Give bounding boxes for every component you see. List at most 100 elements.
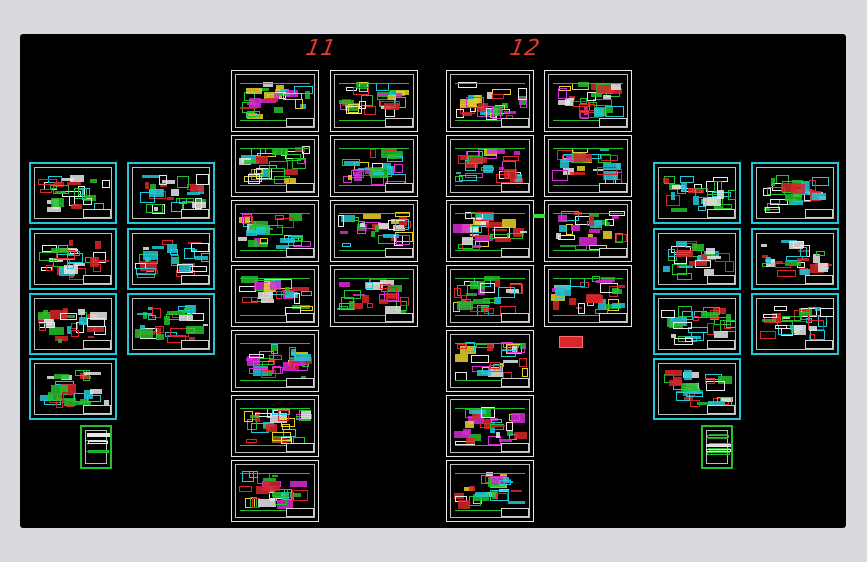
- axis-line: [240, 148, 310, 149]
- plan-fragment: [505, 421, 514, 431]
- drawing-sheet[interactable]: [446, 70, 534, 132]
- plan-fragment: [455, 353, 468, 362]
- drawing-sheet[interactable]: [653, 228, 741, 290]
- drawing-sheet[interactable]: [231, 70, 319, 132]
- drawing-sheet[interactable]: [751, 293, 839, 355]
- drawing-sheet[interactable]: [231, 200, 319, 262]
- plan-fragment: [560, 159, 569, 169]
- drawing-sheet[interactable]: [231, 395, 319, 457]
- plan-fragment: [254, 169, 264, 174]
- plan-fragment: [239, 106, 257, 110]
- plan-fragment: [301, 291, 313, 296]
- drawing-sheet[interactable]: [751, 228, 839, 290]
- title-block: [286, 118, 314, 127]
- plan-fragment: [71, 330, 80, 337]
- drawing-sheet[interactable]: [80, 425, 112, 469]
- drawing-sheet[interactable]: [446, 265, 534, 327]
- plan-fragment: [265, 224, 283, 235]
- plan-fragment: [502, 219, 516, 228]
- plan-fragment: [39, 323, 47, 332]
- drawing-sheet[interactable]: [653, 162, 741, 224]
- plan-fragment: [519, 358, 527, 367]
- plan-fragment: [247, 240, 258, 247]
- plan-fragment: [89, 178, 97, 183]
- plan-fragment: [513, 151, 521, 156]
- axis-line: [455, 83, 525, 84]
- plan-fragment: [766, 256, 771, 264]
- drawing-sheet[interactable]: [701, 425, 733, 469]
- axis-line: [240, 343, 310, 344]
- drawing-sheet[interactable]: [330, 70, 418, 132]
- plan-fragment: [668, 248, 676, 258]
- plan-fragment: [290, 480, 307, 488]
- plan-fragment: [605, 222, 610, 226]
- title-block: [501, 378, 529, 387]
- drawing-sheet[interactable]: [653, 293, 741, 355]
- plan-fragment: [87, 440, 107, 442]
- plan-fragment: [816, 251, 826, 257]
- title-block: [83, 340, 111, 349]
- plan-fragment: [395, 92, 402, 99]
- drawing-sheet[interactable]: [446, 395, 534, 457]
- plan-fragment: [775, 324, 788, 330]
- plan-fragment: [341, 242, 351, 248]
- drawing-sheet[interactable]: [231, 135, 319, 197]
- title-block: [501, 183, 529, 192]
- drawing-sheet[interactable]: [29, 358, 117, 420]
- plan-fragment: [347, 175, 352, 180]
- plan-fragment: [271, 408, 291, 416]
- plan-fragment: [681, 182, 688, 192]
- plan-fragment: [145, 269, 159, 274]
- title-block: [501, 508, 529, 517]
- drawing-sheet[interactable]: [330, 265, 418, 327]
- drawing-sheet[interactable]: [751, 162, 839, 224]
- plan-fragment: [261, 298, 274, 303]
- drawing-sheet[interactable]: [544, 200, 632, 262]
- drawing-sheet[interactable]: [127, 228, 215, 290]
- plan-fragment: [284, 169, 298, 176]
- drawing-sheet[interactable]: [653, 358, 741, 420]
- plan-fragment: [586, 294, 603, 304]
- plan-fragment: [343, 289, 361, 299]
- plan-fragment: [266, 423, 277, 432]
- title-block: [805, 209, 833, 218]
- title-block: [286, 378, 314, 387]
- drawing-sheet[interactable]: [127, 162, 215, 224]
- drawing-sheet[interactable]: [544, 70, 632, 132]
- title-block: [83, 405, 111, 414]
- drawing-sheet[interactable]: [446, 330, 534, 392]
- plan-fragment: [261, 369, 277, 379]
- plan-fragment: [679, 175, 695, 183]
- drawing-sheet[interactable]: [29, 228, 117, 290]
- drawing-sheet[interactable]: [231, 330, 319, 392]
- plan-fragment: [241, 297, 259, 303]
- drawing-sheet[interactable]: [446, 135, 534, 197]
- drawing-sheet[interactable]: [544, 265, 632, 327]
- plan-fragment: [281, 423, 291, 430]
- drawing-sheet[interactable]: [330, 135, 418, 197]
- drawing-sheet[interactable]: [446, 200, 534, 262]
- plan-fragment: [490, 361, 500, 369]
- drawing-sheet[interactable]: [446, 460, 534, 522]
- plan-fragment: [558, 99, 570, 105]
- drawing-sheet[interactable]: [127, 293, 215, 355]
- drawing-sheet[interactable]: [231, 265, 319, 327]
- drawing-sheet[interactable]: [29, 162, 117, 224]
- drawing-sheet[interactable]: [29, 293, 117, 355]
- plan-fragment: [494, 238, 512, 243]
- plan-fragment: [504, 110, 517, 115]
- plan-fragment: [177, 264, 193, 273]
- plan-fragment: [87, 394, 101, 403]
- plan-fragment: [359, 223, 365, 228]
- drawing-sheet[interactable]: [231, 460, 319, 522]
- plan-fragment: [376, 93, 389, 100]
- drawing-sheet[interactable]: [330, 200, 418, 262]
- plan-fragment: [613, 289, 623, 294]
- plan-fragment: [395, 218, 410, 230]
- axis-line: [455, 343, 525, 344]
- drawing-sheet[interactable]: [544, 135, 632, 197]
- plan-fragment: [791, 184, 805, 194]
- axis-line: [339, 148, 409, 149]
- plan-fragment: [676, 241, 687, 247]
- plan-fragment: [294, 354, 312, 361]
